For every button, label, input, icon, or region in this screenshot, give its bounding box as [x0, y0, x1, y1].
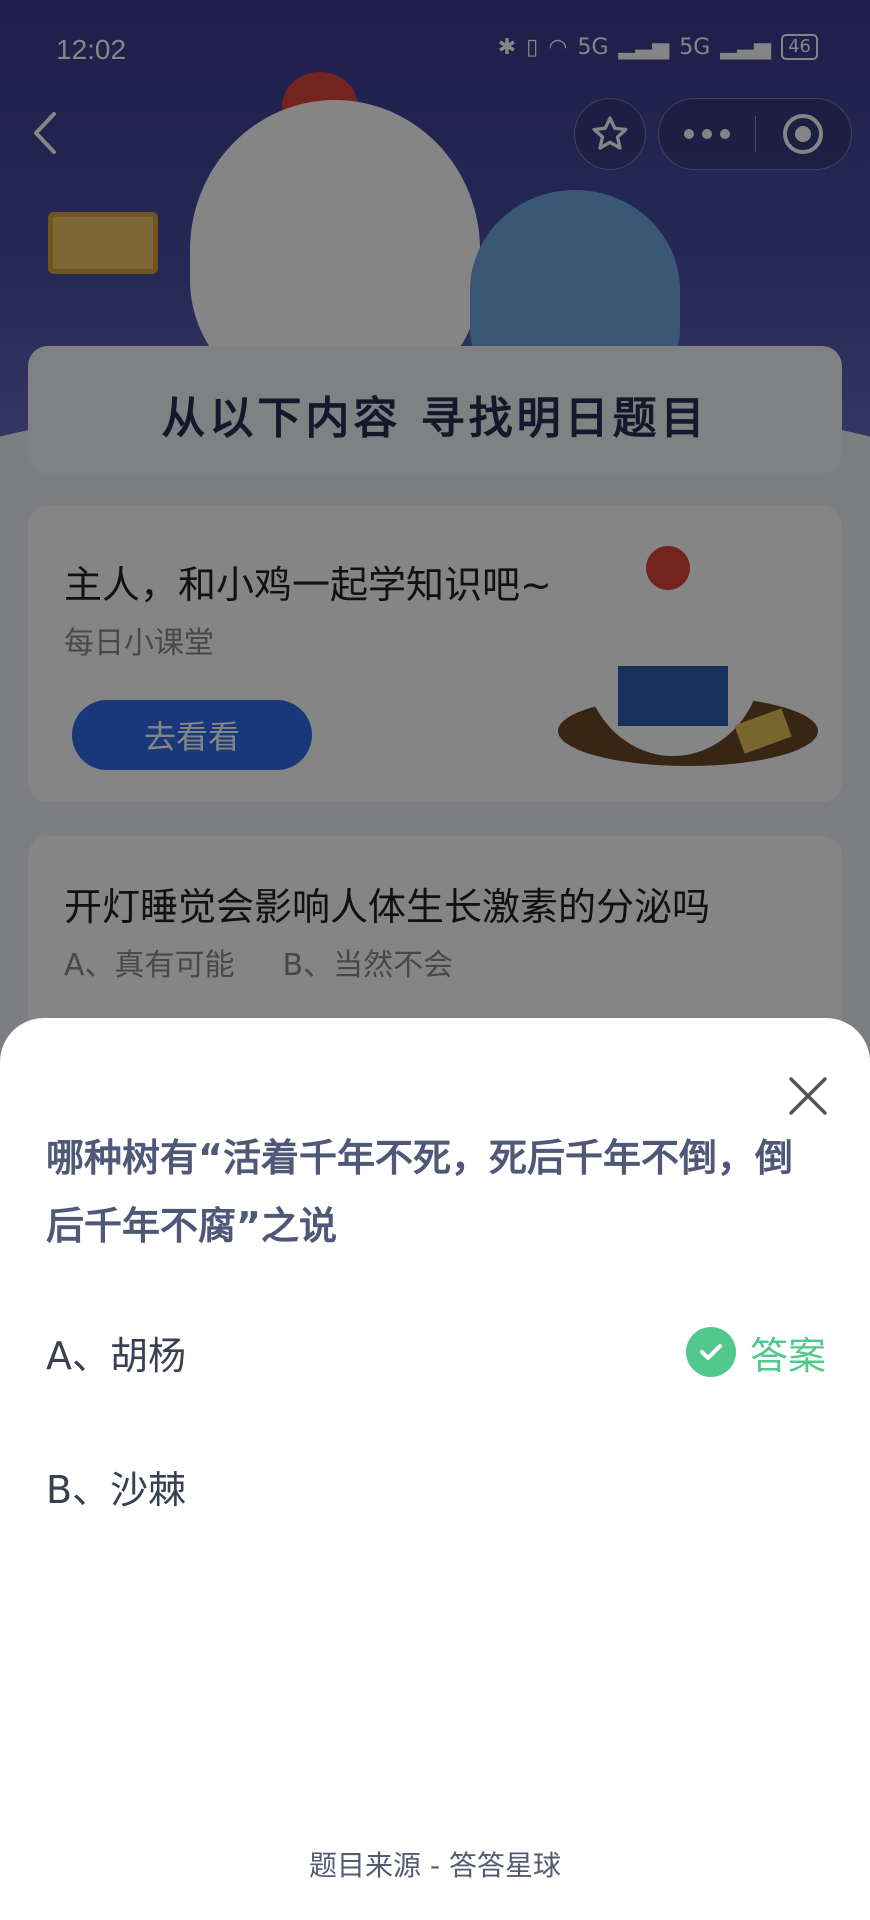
- answer-tag: 答案: [685, 1325, 826, 1380]
- close-icon[interactable]: [786, 1074, 830, 1118]
- option-a[interactable]: A、胡杨 答案: [46, 1322, 826, 1382]
- option-a-label: A、胡杨: [46, 1333, 186, 1378]
- check-circle: [685, 1327, 736, 1377]
- option-b[interactable]: B、沙棘: [46, 1456, 826, 1516]
- sheet-question: 哪种树有“活着千年不死，死后千年不倒，倒后千年不腐”之说: [46, 1136, 793, 1248]
- question-source: 题目来源 - 答答星球: [309, 1849, 561, 1882]
- check-icon: [699, 1344, 722, 1360]
- option-b-label: B、沙棘: [46, 1467, 187, 1512]
- answer-label: 答案: [749, 1333, 826, 1378]
